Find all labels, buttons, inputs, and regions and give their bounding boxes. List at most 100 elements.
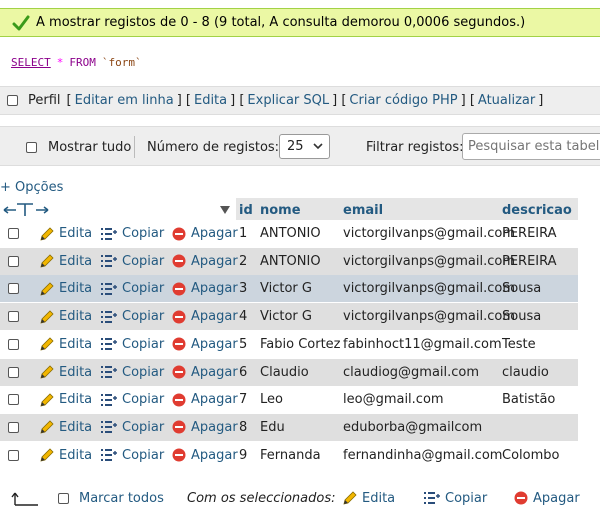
row-copy-button[interactable]: Copiar <box>100 303 164 330</box>
cell-nome: ANTONIO <box>260 253 321 269</box>
row-copy-label: Copiar <box>122 281 165 297</box>
table-row[interactable]: Edita Copiar Apagar 6 Claudio claudiog@gmail.… <box>0 358 578 386</box>
filter-search-placeholder: Pesquisar esta tabela <box>468 139 600 154</box>
row-edit-button[interactable]: Edita <box>39 414 92 441</box>
row-checkbox[interactable] <box>8 283 19 295</box>
filter-search-input[interactable]: Pesquisar esta tabela <box>462 133 600 160</box>
with-selected-label: Com os seleccionados: <box>187 490 336 506</box>
row-edit-button[interactable]: Edita <box>39 248 92 275</box>
delete-icon <box>172 227 186 240</box>
row-edit-button[interactable]: Edita <box>39 275 92 302</box>
table-row[interactable]: Edita Copiar Apagar 2 ANTONIO victorgilvanps@… <box>0 247 578 275</box>
row-delete-button[interactable]: Apagar <box>171 359 238 386</box>
row-edit-button[interactable]: Edita <box>39 359 92 386</box>
bulk-edit-label: Edita <box>362 490 396 506</box>
row-checkbox[interactable] <box>8 449 19 461</box>
row-delete-button[interactable]: Apagar <box>171 442 238 469</box>
inline-edit-link[interactable]: Editar em linha <box>75 93 174 108</box>
column-header-descricao[interactable]: descricao <box>499 198 578 222</box>
cell-email: leo@gmail.com <box>343 392 444 408</box>
check-all-checkbox[interactable] <box>58 492 69 504</box>
row-checkbox-cell[interactable] <box>8 442 19 469</box>
row-copy-button[interactable]: Copiar <box>100 442 164 469</box>
column-arrows-icon[interactable] <box>3 202 51 218</box>
row-checkbox-cell[interactable] <box>8 331 19 358</box>
row-checkbox[interactable] <box>8 255 19 267</box>
table-row[interactable]: Edita Copiar Apagar 3 Victor G victorgilvanps… <box>0 275 578 303</box>
row-edit-button[interactable]: Edita <box>39 220 92 247</box>
profile-checkbox[interactable] <box>7 95 18 106</box>
row-checkbox[interactable] <box>8 228 19 239</box>
row-delete-button[interactable]: Apagar <box>171 331 238 358</box>
row-delete-label: Apagar <box>191 364 238 380</box>
cell-email: fabinhoct11@gmail.com <box>343 336 502 352</box>
row-copy-button[interactable]: Copiar <box>100 386 164 413</box>
create-php-code-link[interactable]: Criar código PHP <box>349 93 457 108</box>
chevron-down-icon <box>313 140 323 155</box>
row-copy-label: Copiar <box>122 447 165 463</box>
row-checkbox-cell[interactable] <box>8 303 19 330</box>
profile-label: Perfil <box>28 93 61 108</box>
show-all-checkbox[interactable] <box>26 141 37 153</box>
row-edit-button[interactable]: Edita <box>39 303 92 330</box>
row-copy-button[interactable]: Copiar <box>100 275 164 302</box>
records-label: Número de registos: <box>147 139 280 155</box>
table-row[interactable]: Edita Copiar Apagar 1 ANTONIO victorgilvanps@… <box>0 220 578 247</box>
row-checkbox[interactable] <box>8 394 19 406</box>
explain-sql-link[interactable]: Explicar SQL <box>247 93 329 108</box>
sort-arrow-icon[interactable] <box>219 205 231 215</box>
row-edit-button[interactable]: Edita <box>39 386 92 413</box>
table-row[interactable]: Edita Copiar Apagar 4 Victor G victorgilvanps… <box>0 303 578 331</box>
check-all-label[interactable]: Marcar todos <box>79 491 164 506</box>
row-checkbox-cell[interactable] <box>8 386 19 413</box>
show-all-control[interactable]: Mostrar tudo <box>26 127 131 167</box>
table-row[interactable]: Edita Copiar Apagar 7 Leo leo@gmail.com Batist… <box>0 386 578 414</box>
sql-select-keyword[interactable]: SELECT <box>11 56 51 69</box>
row-checkbox-cell[interactable] <box>8 275 19 302</box>
row-copy-button[interactable]: Copiar <box>100 414 164 441</box>
row-checkbox[interactable] <box>8 338 19 350</box>
column-header-id[interactable]: id <box>236 198 257 222</box>
options-link[interactable]: + Opções <box>0 180 63 195</box>
bulk-edit-button[interactable]: Edita <box>342 485 395 511</box>
header-actions-cell <box>0 198 232 222</box>
column-header-nome[interactable]: nome <box>257 198 340 222</box>
refresh-link[interactable]: Atualizar <box>478 93 535 108</box>
row-checkbox-cell[interactable] <box>8 359 19 386</box>
table-row[interactable]: Edita Copiar Apagar 5 Fabio Cortez fabinhoct1… <box>0 330 578 358</box>
row-copy-button[interactable]: Copiar <box>100 248 164 275</box>
check-all-control[interactable]: Marcar todos <box>58 485 164 511</box>
row-delete-button[interactable]: Apagar <box>171 386 238 413</box>
copy-row-icon <box>101 366 117 378</box>
row-checkbox[interactable] <box>8 421 19 433</box>
column-header-email[interactable]: email <box>340 198 499 222</box>
row-copy-button[interactable]: Copiar <box>100 359 164 386</box>
row-checkbox-cell[interactable] <box>8 248 19 275</box>
records-per-page-select[interactable]: 25 <box>279 134 330 159</box>
table-row[interactable]: Edita Copiar Apagar 8 Edu eduborba@gmailcom <box>0 413 578 441</box>
row-copy-button[interactable]: Copiar <box>100 331 164 358</box>
row-edit-button[interactable]: Edita <box>39 331 92 358</box>
row-checkbox[interactable] <box>8 366 19 378</box>
success-message-text: A mostrar registos de 0 - 8 (9 total, A … <box>36 15 526 30</box>
row-delete-button[interactable]: Apagar <box>171 303 238 330</box>
edit-query-link[interactable]: Edita <box>194 93 227 108</box>
pencil-icon <box>40 282 54 296</box>
copy-rows-icon <box>424 492 440 504</box>
row-delete-button[interactable]: Apagar <box>171 248 238 275</box>
delete-icon <box>172 393 186 407</box>
table-row[interactable]: Edita Copiar Apagar 9 Fernanda fernandinha@gm… <box>0 441 578 469</box>
row-checkbox-cell[interactable] <box>8 220 19 247</box>
bulk-copy-button[interactable]: Copiar <box>423 485 487 511</box>
bulk-delete-button[interactable]: Apagar <box>513 485 580 511</box>
row-edit-label: Edita <box>59 336 93 352</box>
row-checkbox-cell[interactable] <box>8 414 19 441</box>
row-checkbox[interactable] <box>8 311 19 323</box>
copy-row-icon <box>101 310 117 323</box>
cell-nome: Fabio Cortez <box>260 336 341 352</box>
row-delete-button[interactable]: Apagar <box>171 414 238 441</box>
row-edit-button[interactable]: Edita <box>39 442 92 469</box>
row-delete-button[interactable]: Apagar <box>171 220 238 247</box>
row-copy-button[interactable]: Copiar <box>100 220 164 247</box>
row-delete-button[interactable]: Apagar <box>171 275 238 302</box>
